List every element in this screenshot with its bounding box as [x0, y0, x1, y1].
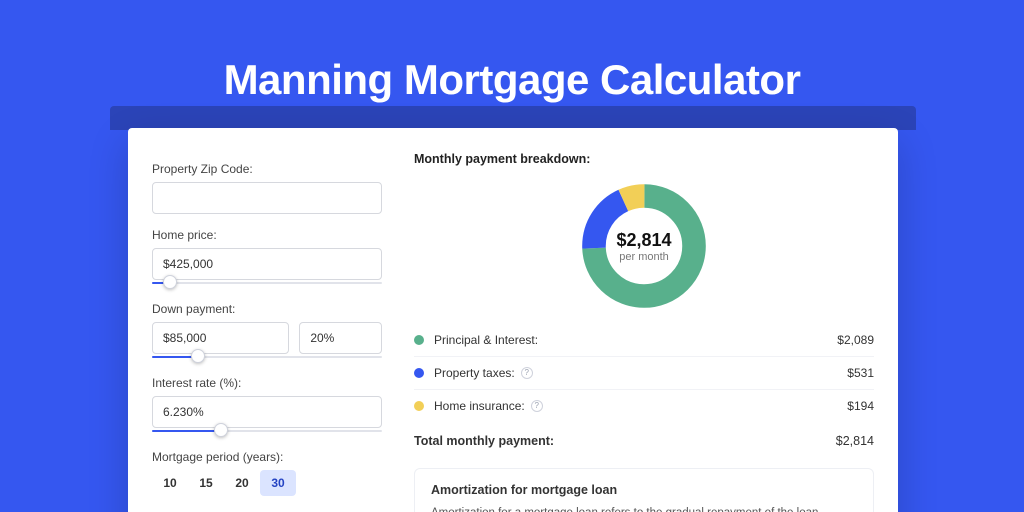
- breakdown-item-label: Home insurance:?: [434, 399, 847, 413]
- breakdown-row: Home insurance:?$194: [414, 390, 874, 422]
- interest-rate-slider[interactable]: [152, 426, 382, 436]
- breakdown-donut-chart: $2,814 per month: [578, 180, 710, 312]
- total-value: $2,814: [836, 434, 874, 448]
- calculator-card: Property Zip Code: Home price: Down paym…: [128, 128, 898, 512]
- donut-center-sub: per month: [619, 251, 669, 263]
- period-option-15[interactable]: 15: [188, 470, 224, 496]
- info-icon[interactable]: ?: [521, 367, 533, 379]
- breakdown-row: Principal & Interest:$2,089: [414, 324, 874, 357]
- home-price-label: Home price:: [152, 228, 382, 242]
- breakdown-item-value: $2,089: [837, 333, 874, 347]
- info-icon[interactable]: ?: [531, 400, 543, 412]
- home-price-slider[interactable]: [152, 278, 382, 288]
- down-payment-pct-input[interactable]: [299, 322, 382, 354]
- down-payment-slider[interactable]: [152, 352, 382, 362]
- breakdown-item-value: $531: [847, 366, 874, 380]
- legend-dot: [414, 401, 424, 411]
- mortgage-period-group: 10152030: [152, 470, 382, 496]
- interest-rate-input[interactable]: [152, 396, 382, 428]
- breakdown-item-label: Principal & Interest:: [434, 333, 837, 347]
- breakdown-item-value: $194: [847, 399, 874, 413]
- form-panel: Property Zip Code: Home price: Down paym…: [152, 152, 398, 512]
- period-option-10[interactable]: 10: [152, 470, 188, 496]
- down-payment-label: Down payment:: [152, 302, 382, 316]
- down-payment-input[interactable]: [152, 322, 289, 354]
- breakdown-row: Property taxes:?$531: [414, 357, 874, 390]
- home-price-input[interactable]: [152, 248, 382, 280]
- card-titlebar: [110, 106, 916, 130]
- interest-rate-label: Interest rate (%):: [152, 376, 382, 390]
- zip-input[interactable]: [152, 182, 382, 214]
- period-option-20[interactable]: 20: [224, 470, 260, 496]
- total-label: Total monthly payment:: [414, 434, 836, 448]
- breakdown-heading: Monthly payment breakdown:: [414, 152, 874, 166]
- amortization-card: Amortization for mortgage loan Amortizat…: [414, 468, 874, 512]
- legend-dot: [414, 335, 424, 345]
- page-title: Manning Mortgage Calculator: [0, 56, 1024, 104]
- mortgage-period-label: Mortgage period (years):: [152, 450, 382, 464]
- legend-dot: [414, 368, 424, 378]
- amortization-heading: Amortization for mortgage loan: [431, 483, 857, 497]
- donut-center-amount: $2,814: [616, 230, 671, 251]
- total-row: Total monthly payment: $2,814: [414, 422, 874, 454]
- breakdown-panel: Monthly payment breakdown: $2,814 per mo…: [398, 152, 874, 512]
- amortization-body: Amortization for a mortgage loan refers …: [431, 505, 857, 512]
- breakdown-item-label: Property taxes:?: [434, 366, 847, 380]
- zip-label: Property Zip Code:: [152, 162, 382, 176]
- period-option-30[interactable]: 30: [260, 470, 296, 496]
